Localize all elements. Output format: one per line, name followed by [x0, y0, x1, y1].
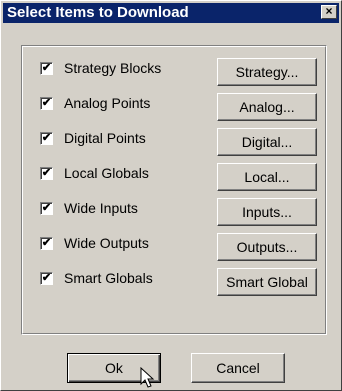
dialog-title: Select Items to Download	[7, 4, 189, 21]
checkmark-icon: ✔	[41, 202, 52, 214]
wide-outputs-checkbox[interactable]: ✔	[40, 237, 53, 250]
checkmark-icon: ✔	[41, 97, 52, 109]
dialog-window: Select Items to Download × ✔ Strategy Bl…	[0, 0, 342, 391]
checkmark-icon: ✔	[41, 62, 52, 74]
strategy-blocks-label: Strategy Blocks	[64, 60, 162, 76]
arrow-pointer-icon	[140, 367, 155, 388]
analog-button[interactable]: Analog...	[217, 93, 317, 121]
inputs-button[interactable]: Inputs...	[217, 198, 317, 226]
close-icon: ×	[325, 4, 333, 18]
smart-globals-checkbox[interactable]: ✔	[40, 272, 53, 285]
close-button[interactable]: ×	[321, 5, 337, 19]
wide-inputs-label: Wide Inputs	[64, 200, 138, 216]
cancel-button[interactable]: Cancel	[191, 353, 285, 383]
strategy-blocks-checkbox[interactable]: ✔	[40, 62, 53, 75]
checkmark-icon: ✔	[41, 272, 52, 284]
smart-globals-label: Smart Globals	[64, 270, 153, 286]
local-globals-label: Local Globals	[64, 165, 149, 181]
strategy-button[interactable]: Strategy...	[217, 58, 317, 86]
outputs-button[interactable]: Outputs...	[217, 233, 317, 261]
wide-inputs-checkbox[interactable]: ✔	[40, 202, 53, 215]
local-globals-checkbox[interactable]: ✔	[40, 167, 53, 180]
title-bar[interactable]: Select Items to Download ×	[3, 3, 339, 23]
analog-points-checkbox[interactable]: ✔	[40, 97, 53, 110]
wide-outputs-label: Wide Outputs	[64, 235, 149, 251]
digital-points-checkbox[interactable]: ✔	[40, 132, 53, 145]
local-button[interactable]: Local...	[217, 163, 317, 191]
items-group: ✔ Strategy Blocks ✔ Analog Points ✔ Digi…	[21, 45, 327, 335]
smart-global-button[interactable]: Smart Global	[217, 268, 317, 296]
checkmark-icon: ✔	[41, 132, 52, 144]
checkmark-icon: ✔	[41, 237, 52, 249]
analog-points-label: Analog Points	[64, 95, 151, 111]
digital-button[interactable]: Digital...	[217, 128, 317, 156]
checkmark-icon: ✔	[41, 167, 52, 179]
digital-points-label: Digital Points	[64, 130, 146, 146]
